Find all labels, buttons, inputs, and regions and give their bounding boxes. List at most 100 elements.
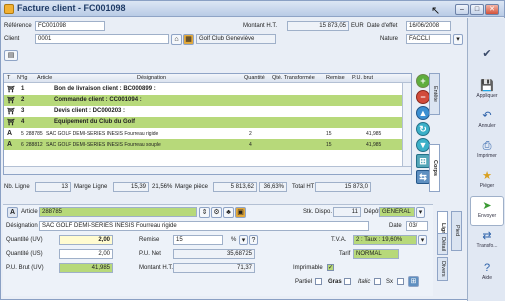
marge-ligne-value: 15,39: [113, 182, 149, 192]
nature-dropdown-icon[interactable]: ▾: [453, 34, 463, 45]
grid-horizontal-scrollbar[interactable]: [4, 166, 411, 174]
client-code-field[interactable]: 0001: [35, 34, 169, 44]
appliquer-label: Appliquer: [476, 93, 498, 99]
date-effet-field[interactable]: 16/06/2008: [406, 21, 451, 31]
row-number: 3: [21, 108, 25, 114]
window-title: Facture client - FC001098: [17, 3, 126, 13]
col-remise[interactable]: Remise: [326, 75, 345, 81]
tva-field[interactable]: 2 : Taux : 19,60%: [353, 235, 417, 245]
article-field[interactable]: 288785: [39, 207, 197, 217]
imprimer-button[interactable]: ⎙ Imprimer: [470, 136, 504, 166]
tab-corps[interactable]: Corps: [429, 144, 440, 192]
tab-entete[interactable]: Entête: [429, 73, 440, 115]
toolbar-grid-icon[interactable]: ▤: [4, 50, 18, 61]
lines-grid: T N°lg Article Désignation Quantité Qté.…: [3, 73, 412, 175]
remise-dropdown-icon[interactable]: ▾: [239, 235, 248, 245]
marge-piece-value: 5 813,62: [213, 182, 257, 192]
imprimer-label: Imprimer: [477, 153, 497, 159]
col-nlg[interactable]: N°lg: [17, 75, 27, 81]
row-designation: Bon de livraison client : BC000899 :: [54, 86, 156, 92]
client-name-field: Golf Club Geneviève: [196, 34, 276, 44]
row-article: 288812: [26, 142, 43, 148]
nb-ligne-label: Nb. Ligne: [4, 184, 30, 190]
sx-checkbox[interactable]: [397, 278, 404, 285]
tva-dropdown-icon[interactable]: ▾: [418, 235, 427, 245]
grid-vertical-scrollbar[interactable]: [402, 83, 411, 166]
table-row[interactable]: A 5 288785 SAC GOLF DEMI-SERIES INESIS F…: [4, 128, 402, 139]
row-type-icon: ⛩: [7, 87, 15, 93]
marge-ligne-label: Marge Ligne: [74, 184, 108, 190]
client-card-icon[interactable]: ▦: [183, 34, 194, 45]
close-button[interactable]: ✕: [485, 4, 499, 15]
table-row[interactable]: ⛩ 3 Devis client : DC000203 :: [4, 106, 402, 117]
row-designation: SAC GOLF DEMI-SERIES INESIS Fourreau sou…: [46, 142, 161, 148]
delete-line-icon[interactable]: −: [416, 90, 430, 104]
gras-checkbox[interactable]: [344, 278, 351, 285]
app-icon: [4, 4, 14, 14]
col-qte-transformee[interactable]: Qté. Transformée: [272, 75, 315, 81]
table-row[interactable]: ⛩ 2 Commande client : CC001094 :: [4, 95, 402, 106]
col-article[interactable]: Article: [37, 75, 52, 81]
qty-us-field[interactable]: 2,00: [59, 249, 113, 259]
annuler-button[interactable]: ↶ Annuler: [470, 106, 504, 136]
remise-field[interactable]: 15: [173, 235, 223, 245]
nb-ligne-value: 13: [35, 182, 71, 192]
stock-icon[interactable]: ♣: [223, 207, 234, 218]
date-field[interactable]: 03/: [406, 221, 428, 231]
pieger-button[interactable]: ★ Piéger: [470, 166, 504, 196]
depot-field[interactable]: GENERAL: [379, 207, 415, 217]
date-label: Date: [389, 223, 402, 229]
designation-field[interactable]: SAC GOLF DEMI-SERIES INESIS Fourreau rig…: [39, 221, 369, 231]
maximize-button[interactable]: □: [470, 4, 484, 15]
calculator-icon[interactable]: ⊞: [416, 154, 430, 168]
currency-label: EUR: [351, 23, 364, 29]
montant-ht-label: Montant H.T.: [243, 23, 278, 29]
col-designation[interactable]: Désignation: [137, 75, 166, 81]
marge-piece-pct: 36,63%: [259, 182, 287, 192]
spin-icon[interactable]: ⇕: [199, 207, 210, 218]
depot-dropdown-icon[interactable]: ▾: [416, 207, 425, 218]
transfer-icon[interactable]: ⇆: [416, 170, 430, 184]
minimize-button[interactable]: –: [455, 4, 469, 15]
tab-detail[interactable]: Détail: [437, 233, 448, 255]
refresh-icon[interactable]: ↻: [416, 122, 430, 136]
table-row[interactable]: ⛩ 1 Bon de livraison client : BC000899 :: [4, 84, 402, 95]
reference-label: Référence: [4, 23, 32, 29]
add-line-icon[interactable]: +: [416, 74, 430, 88]
appliquer-button[interactable]: 💾 Appliquer: [470, 76, 504, 106]
pu-brut-field[interactable]: 41,985: [59, 263, 113, 273]
aide-button[interactable]: ? Aide: [470, 258, 504, 288]
detail-calc-icon[interactable]: ⊞: [408, 276, 419, 287]
gras-label: Gras: [328, 279, 342, 285]
row-designation: Commande client : CC001094 :: [54, 97, 142, 103]
qty-uv-field[interactable]: 2,00: [59, 235, 113, 245]
grid-header: T N°lg Article Désignation Quantité Qté.…: [4, 74, 411, 83]
settings-icon[interactable]: ⚙: [211, 207, 222, 218]
reference-field[interactable]: FC001098: [35, 21, 105, 31]
partiel-checkbox[interactable]: [315, 278, 322, 285]
col-t[interactable]: T: [7, 75, 10, 81]
tab-divers[interactable]: Divers: [437, 257, 448, 281]
folder-icon[interactable]: ▣: [235, 207, 246, 218]
row-quantite: 4: [249, 142, 252, 148]
move-down-icon[interactable]: ▼: [416, 138, 430, 152]
tab-pied[interactable]: Pied: [451, 211, 462, 251]
col-pu-brut[interactable]: P.U. brut: [352, 75, 373, 81]
nature-select[interactable]: FACCLI: [406, 34, 451, 44]
transformer-button[interactable]: ⇄ Transfo...: [470, 226, 504, 256]
help-small-icon[interactable]: ?: [249, 235, 258, 245]
validate-button[interactable]: ✔: [470, 44, 504, 74]
row-type-icon: ⛩: [7, 109, 15, 115]
row-remise: 15: [326, 131, 332, 137]
imprimable-checkbox[interactable]: ✓: [327, 264, 334, 271]
tva-label: T.V.A.: [331, 237, 347, 243]
home-icon[interactable]: ⌂: [171, 34, 182, 45]
tarif-field[interactable]: NORMAL: [353, 249, 399, 259]
table-row[interactable]: A 6 288812 SAC GOLF DEMI-SERIES INESIS F…: [4, 139, 402, 150]
move-up-icon[interactable]: ▲: [416, 106, 430, 120]
envoyer-button[interactable]: ➤ Envoyer: [470, 196, 504, 226]
table-row[interactable]: ⛩ 4 Equipement du Club du Golf: [4, 117, 402, 128]
italic-checkbox[interactable]: [374, 278, 381, 285]
row-number: 1: [21, 86, 25, 92]
col-quantite[interactable]: Quantité: [244, 75, 265, 81]
